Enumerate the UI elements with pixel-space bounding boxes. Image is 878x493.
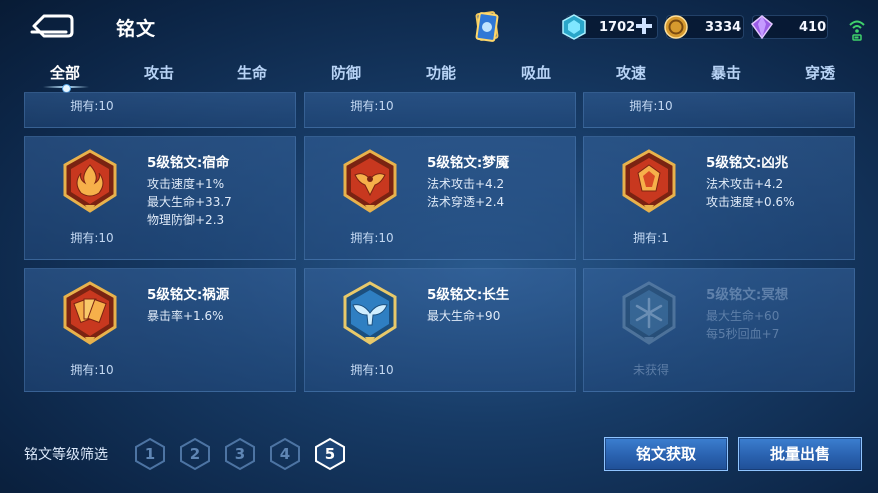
rune-card[interactable]: 拥有:10: [583, 92, 855, 128]
rune-card[interactable]: 拥有:10: [24, 92, 296, 128]
rune-card-xiongzhao[interactable]: 5级铭文:凶兆 法术攻击+4.2 攻击速度+0.6% 拥有:1: [583, 136, 855, 260]
spider-emblem-icon: [343, 149, 397, 213]
rune-stat: 攻击速度+0.6%: [706, 195, 795, 209]
wifi-signal-icon: [849, 20, 865, 41]
level-number: 1: [144, 445, 156, 463]
owned-count: 拥有:10: [70, 99, 114, 113]
rune-stats: 法术攻击+4.2 法术穿透+2.4: [427, 175, 504, 211]
gold-counter: 3334: [664, 15, 744, 39]
level-filter-3[interactable]: 3: [224, 437, 256, 471]
snowflake-emblem-icon: [622, 281, 676, 345]
rune-stat: 每5秒回血+7: [706, 327, 780, 341]
level-filter-4[interactable]: 4: [269, 437, 301, 471]
level-filter-label: 铭文等级筛选: [24, 447, 108, 463]
level-filter-1[interactable]: 1: [134, 437, 166, 471]
rune-stats: 暴击率+1.6%: [147, 307, 224, 325]
flame-emblem-icon: [63, 149, 117, 213]
owned-count: 拥有:10: [350, 231, 394, 245]
rune-stat: 法术穿透+2.4: [427, 195, 505, 209]
cards-emblem-icon: [63, 281, 117, 345]
rune-card[interactable]: 拥有:10: [304, 92, 576, 128]
rune-stats: 攻击速度+1% 最大生命+33.7 物理防御+2.3: [147, 175, 232, 229]
owned-count: 拥有:10: [70, 363, 114, 377]
rune-card-mengyan[interactable]: 5级铭文:梦魇 法术攻击+4.2 法术穿透+2.4 拥有:10: [304, 136, 576, 260]
level-number: 5: [324, 445, 336, 463]
owned-count: 拥有:10: [629, 99, 673, 113]
rune-stat: 法术攻击+4.2: [427, 177, 505, 191]
rune-stat: 攻击速度+1%: [147, 177, 225, 191]
rune-card-mingxiang[interactable]: 5级铭文:冥想 最大生命+60 每5秒回血+7 未获得: [583, 268, 855, 392]
rune-stat: 法术攻击+4.2: [706, 177, 784, 191]
whale-tail-emblem-icon: [343, 281, 397, 345]
rune-card-suming[interactable]: 5级铭文:宿命 攻击速度+1% 最大生命+33.7 物理防御+2.3 拥有:10: [24, 136, 296, 260]
gold-coin-icon: [664, 15, 688, 39]
add-diamond-button[interactable]: [634, 16, 654, 36]
rune-stat: 最大生命+60: [706, 309, 780, 323]
level-number: 4: [279, 445, 291, 463]
diamond-icon: [562, 14, 586, 40]
owned-count: 拥有:10: [350, 99, 394, 113]
rune-grid[interactable]: 拥有:10 拥有:10 拥有:10 5级铭文:宿命 攻击速度+1% 最大生命+3…: [0, 92, 878, 402]
crystal-counter: 410: [750, 15, 828, 40]
rune-stat: 最大生命+33.7: [147, 195, 232, 209]
level-number: 2: [189, 445, 201, 463]
tab-utility[interactable]: 功能: [401, 62, 481, 83]
category-tabs: 全部 攻击 生命 防御 功能 吸血 攻速 暴击 穿透: [0, 56, 878, 93]
page-title: 铭文: [116, 18, 157, 40]
level-filter-2[interactable]: 2: [179, 437, 211, 471]
gem-emblem-icon: [622, 149, 676, 213]
purple-crystal-icon: [750, 15, 774, 40]
tab-defense[interactable]: 防御: [306, 62, 386, 83]
rune-stat: 暴击率+1.6%: [147, 309, 224, 323]
rune-stats: 最大生命+60 每5秒回血+7: [706, 307, 779, 343]
level-filter-5[interactable]: 5: [314, 437, 346, 471]
diamond-value: 1702: [599, 20, 636, 35]
owned-count: 拥有:10: [70, 231, 114, 245]
active-tab-indicator: [43, 84, 89, 93]
rune-stat: 物理防御+2.3: [147, 213, 225, 227]
tab-attack[interactable]: 攻击: [119, 62, 199, 83]
acquire-rune-button[interactable]: 铭文获取: [604, 437, 728, 471]
rune-stats: 法术攻击+4.2 攻击速度+0.6%: [706, 175, 795, 211]
rune-card-icon[interactable]: [472, 10, 502, 44]
rune-name: 5级铭文:凶兆: [706, 155, 789, 171]
rune-name: 5级铭文:长生: [427, 287, 510, 303]
not-obtained-label: 未获得: [632, 363, 669, 377]
back-arrow-icon[interactable]: [28, 12, 74, 40]
rune-card-huoyuan[interactable]: 5级铭文:祸源 暴击率+1.6% 拥有:10: [24, 268, 296, 392]
bulk-sell-button[interactable]: 批量出售: [738, 437, 862, 471]
tab-lifesteal[interactable]: 吸血: [496, 62, 576, 83]
rune-name: 5级铭文:祸源: [147, 287, 230, 303]
rune-card-changsheng[interactable]: 5级铭文:长生 最大生命+90 拥有:10: [304, 268, 576, 392]
rune-stat: 最大生命+90: [427, 309, 501, 323]
rune-name: 5级铭文:冥想: [706, 287, 789, 303]
top-bar: 铭文 1702 3334 410: [0, 0, 878, 56]
tab-all[interactable]: 全部: [25, 62, 105, 83]
owned-count: 拥有:10: [350, 363, 394, 377]
tab-attack-speed[interactable]: 攻速: [591, 62, 671, 83]
gold-value: 3334: [705, 20, 742, 35]
owned-count: 拥有:1: [633, 231, 669, 245]
tab-penetration[interactable]: 穿透: [780, 62, 860, 83]
tab-critical[interactable]: 暴击: [686, 62, 766, 83]
tab-health[interactable]: 生命: [212, 62, 292, 83]
level-number: 3: [234, 445, 246, 463]
rune-name: 5级铭文:宿命: [147, 155, 230, 171]
crystal-value: 410: [799, 20, 827, 35]
rune-name: 5级铭文:梦魇: [427, 155, 510, 171]
rune-stats: 最大生命+90: [427, 307, 500, 325]
